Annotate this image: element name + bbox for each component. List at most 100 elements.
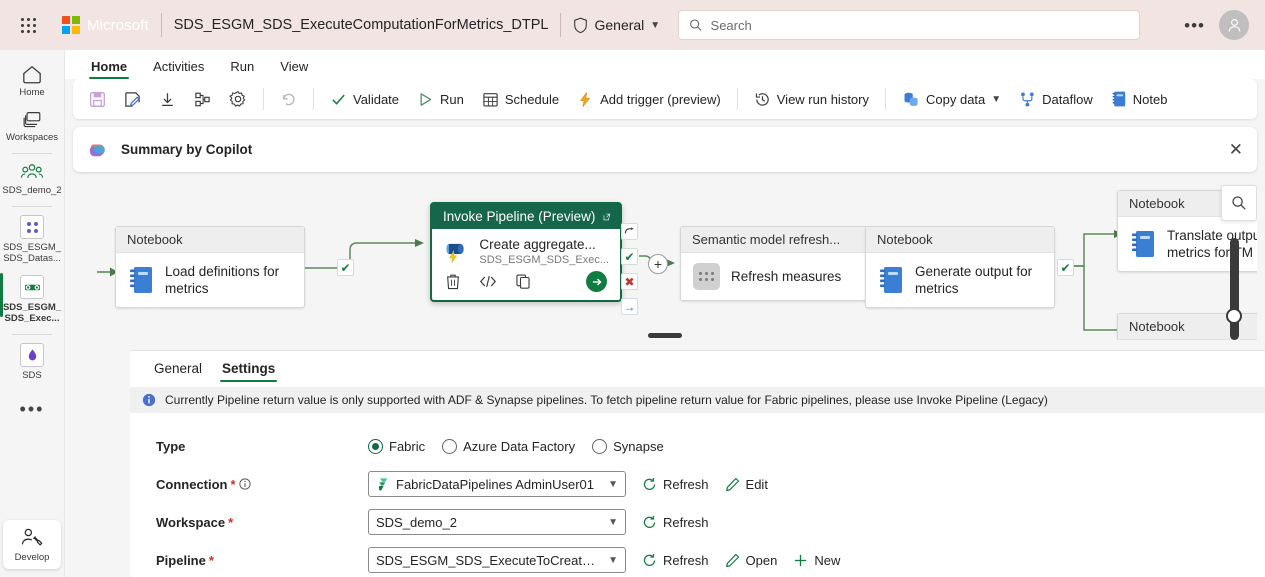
open-external-icon[interactable] xyxy=(603,210,611,224)
activity-node-semantic-refresh[interactable]: Semantic model refresh... Refresh measur… xyxy=(680,226,870,301)
sidebar-item-workspaces[interactable]: Workspaces xyxy=(0,103,64,148)
view-run-history-button[interactable]: View run history xyxy=(746,84,877,114)
required-asterisk: * xyxy=(208,552,214,568)
workspace-dropdown[interactable]: SDS_demo_2 ▼ xyxy=(368,509,626,535)
clone-icon[interactable] xyxy=(515,273,531,290)
share-button[interactable] xyxy=(186,84,219,114)
notebook-button[interactable]: Noteb xyxy=(1103,84,1176,114)
search-box[interactable] xyxy=(678,10,1141,40)
brand-label: Microsoft xyxy=(87,16,149,34)
arrow-right-icon xyxy=(592,278,602,285)
sidebar-item-label: Home xyxy=(19,87,45,98)
add-trigger-button[interactable]: Add trigger (preview) xyxy=(569,84,729,114)
edit-label: Edit xyxy=(745,476,768,492)
header-divider-1 xyxy=(160,13,162,37)
copy-data-button[interactable]: Copy data ▼ xyxy=(894,84,1009,114)
node-action-bar xyxy=(432,268,620,300)
tab-activities[interactable]: Activities xyxy=(141,56,216,79)
sidebar-item-sds[interactable]: SDS xyxy=(0,337,64,386)
tab-run[interactable]: Run xyxy=(218,56,266,79)
settings-button[interactable] xyxy=(221,84,255,114)
lakehouse-icon xyxy=(20,215,44,239)
activity-node-notebook-load[interactable]: Notebook Load definitions for metrics xyxy=(115,226,305,308)
user-avatar[interactable] xyxy=(1219,10,1249,40)
tab-view[interactable]: View xyxy=(268,56,320,79)
close-icon[interactable]: ✕ xyxy=(1229,141,1243,158)
ribbon-divider-3 xyxy=(736,88,738,110)
connection-edit-button[interactable]: Edit xyxy=(725,477,768,492)
panel-splitter-handle[interactable] xyxy=(648,333,682,338)
chevron-down-icon: ▼ xyxy=(991,93,1002,105)
chevron-down-icon: ▼ xyxy=(608,554,618,566)
chevron-down-icon: ▼ xyxy=(650,19,661,31)
more-options-button[interactable]: ••• xyxy=(1184,17,1205,34)
schedule-button[interactable]: Schedule xyxy=(474,84,567,114)
code-icon[interactable] xyxy=(479,273,497,290)
download-button[interactable] xyxy=(151,84,184,114)
undo-button[interactable] xyxy=(272,84,305,114)
view-run-history-label: View run history xyxy=(776,91,869,107)
sidebar-item-sds-esgm-exec[interactable]: SDS_ESGM_SDS_Exec... xyxy=(0,269,64,329)
canvas-zoom-button[interactable] xyxy=(1221,185,1257,221)
lightning-icon xyxy=(580,91,591,107)
app-launcher-button[interactable] xyxy=(12,9,44,41)
microsoft-logo[interactable]: Microsoft xyxy=(62,16,149,34)
node-body: Refresh measures xyxy=(681,253,869,300)
sidebar-item-home[interactable]: Home xyxy=(0,58,64,103)
copy-data-icon xyxy=(904,92,918,106)
label-text: Connection xyxy=(156,476,228,492)
pipeline-new-button[interactable]: New xyxy=(793,553,840,568)
on-fail-badge[interactable]: ✖ xyxy=(621,273,638,290)
fabric-connection-icon xyxy=(378,477,388,490)
canvas-vertical-scrollbar[interactable] xyxy=(1230,238,1239,340)
field-label-type: Type xyxy=(156,439,368,454)
required-asterisk: * xyxy=(228,514,234,530)
save-as-button[interactable] xyxy=(116,84,149,114)
add-activity-button[interactable]: + xyxy=(648,254,668,274)
workspace-refresh-button[interactable]: Refresh xyxy=(642,515,709,530)
tab-settings[interactable]: Settings xyxy=(214,354,283,384)
on-success-badge[interactable]: ✔ xyxy=(1057,259,1074,276)
node-type-label: Notebook xyxy=(116,227,304,253)
workspace-selector[interactable]: General ▼ xyxy=(573,17,660,34)
on-completion-badge[interactable]: → xyxy=(621,298,638,315)
header-divider-2 xyxy=(560,13,562,37)
dataflow-button[interactable]: Dataflow xyxy=(1011,84,1101,114)
connection-refresh-button[interactable]: Refresh xyxy=(642,477,709,492)
connection-value: FabricDataPipelines AdminUser01 xyxy=(396,476,594,492)
node-name: Refresh measures xyxy=(731,269,842,284)
pipeline-icon xyxy=(20,275,44,299)
rail-more-button[interactable]: ••• xyxy=(20,386,45,432)
develop-mode-button[interactable]: Develop xyxy=(3,520,61,569)
pipeline-canvas[interactable]: Notebook Load definitions for metrics ✔ … xyxy=(73,180,1257,340)
on-success-badge[interactable]: ✔ xyxy=(337,259,354,276)
connection-dropdown[interactable]: FabricDataPipelines AdminUser01 ▼ xyxy=(368,471,626,497)
fabric-pipeline-editor: Microsoft SDS_ESGM_SDS_ExecuteComputatio… xyxy=(0,0,1265,577)
sidebar-item-label: SDS xyxy=(22,370,42,381)
activity-properties-panel: General Settings ∧ Currently Pipeline re… xyxy=(130,350,1265,577)
sidebar-item-sds-demo-2[interactable]: SDS_demo_2 xyxy=(0,156,64,201)
validate-button[interactable]: Validate xyxy=(322,84,407,114)
run-activity-button[interactable] xyxy=(586,271,607,292)
info-circle-icon[interactable] xyxy=(238,478,251,490)
radio-option-synapse[interactable]: Synapse xyxy=(592,438,674,454)
radio-option-adf[interactable]: Azure Data Factory xyxy=(442,438,585,454)
pipeline-refresh-button[interactable]: Refresh xyxy=(642,553,709,568)
save-button[interactable] xyxy=(81,84,114,114)
run-button[interactable]: Run xyxy=(409,84,472,114)
activity-node-notebook-generate[interactable]: Notebook Generate output for metrics xyxy=(865,226,1055,308)
pipeline-open-button[interactable]: Open xyxy=(725,553,777,568)
tab-general[interactable]: General xyxy=(146,354,210,384)
delete-icon[interactable] xyxy=(445,273,461,290)
sidebar-item-sds-esgm-dataset[interactable]: SDS_ESGM_SDS_Datas... xyxy=(0,209,64,269)
on-success-badge[interactable]: ✔ xyxy=(621,248,638,265)
search-input[interactable] xyxy=(710,17,1130,33)
tab-home[interactable]: Home xyxy=(79,56,139,79)
canvas-scroll-thumb[interactable] xyxy=(1226,308,1242,324)
node-text-block: Create aggregate... SDS_ESGM_SDS_Exec... xyxy=(479,236,609,266)
activity-node-invoke-pipeline[interactable]: Invoke Pipeline (Preview) Create aggrega… xyxy=(430,202,622,302)
radio-option-fabric[interactable]: Fabric xyxy=(368,438,435,454)
on-skip-badge[interactable] xyxy=(621,223,638,240)
document-title: SDS_ESGM_SDS_ExecuteComputationForMetric… xyxy=(173,17,549,33)
pipeline-dropdown[interactable]: SDS_ESGM_SDS_ExecuteToCreateAg... ▼ xyxy=(368,547,626,573)
